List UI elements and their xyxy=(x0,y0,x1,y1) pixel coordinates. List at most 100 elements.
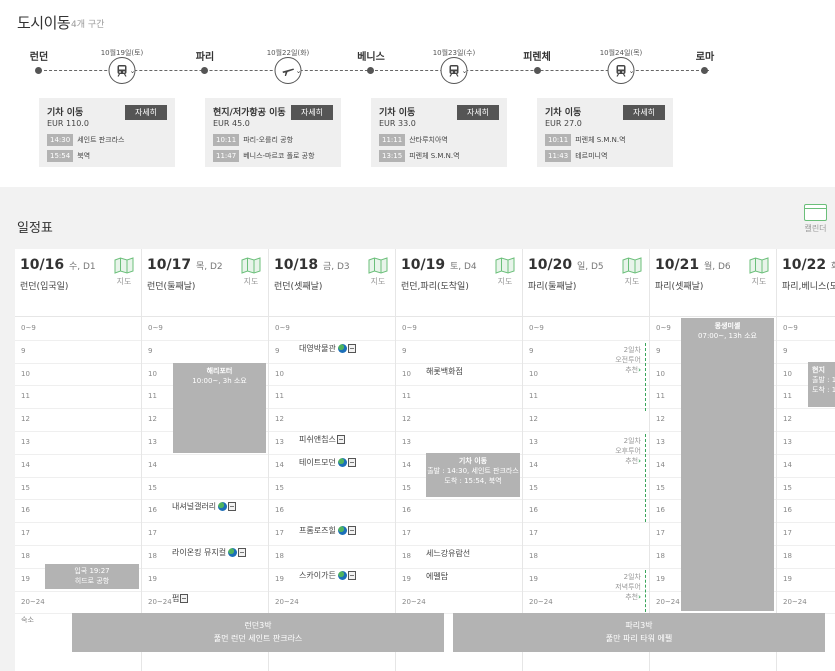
hour-row[interactable]: 0~9 xyxy=(396,318,522,341)
schedule-item[interactable]: 세느강유람선 xyxy=(426,548,470,559)
transport-card: 기차 이동 EUR 33.0 자세히 11:11 산타루치아역 13:15 피렌체 … xyxy=(371,98,507,167)
hour-row[interactable]: 0~9 xyxy=(142,318,268,341)
hour-row[interactable]: 15 xyxy=(142,478,268,501)
detail-button[interactable]: 자세히 xyxy=(291,105,333,120)
hour-row[interactable]: 17 xyxy=(142,523,268,546)
hour-row[interactable]: 0~9 xyxy=(15,318,141,341)
transport-mode-button[interactable]: ⌄ xyxy=(440,57,468,84)
hour-row[interactable]: 19 xyxy=(396,569,522,592)
calendar-button[interactable]: 캘린더 xyxy=(802,204,829,238)
city-london[interactable]: 런던 xyxy=(30,48,48,63)
hour-row[interactable]: 17 xyxy=(777,523,835,546)
map-button[interactable]: 지도 xyxy=(621,257,643,291)
hour-row[interactable]: 10 xyxy=(269,364,395,387)
hour-row[interactable]: 18 xyxy=(523,546,649,569)
hour-row[interactable]: 10 xyxy=(15,364,141,387)
hour-row[interactable]: 16 xyxy=(396,500,522,524)
hour-row[interactable]: 14 xyxy=(777,455,835,478)
hour-row[interactable]: 16 xyxy=(15,500,141,524)
tour-block[interactable]: 몽생미셸 07:00~, 13h 소요 xyxy=(681,318,774,611)
transport-mode-button[interactable]: ⌄ xyxy=(607,57,635,84)
hour-row[interactable]: 11 xyxy=(396,386,522,410)
transport-mode-button[interactable]: ⌄ xyxy=(274,57,302,84)
city-paris[interactable]: 파리 xyxy=(196,48,214,63)
hour-row[interactable]: 12 xyxy=(269,409,395,432)
hour-row[interactable]: 16 xyxy=(777,500,835,524)
hour-row[interactable]: 13 xyxy=(15,432,141,455)
tour-recommend[interactable]: 2일차 오후투어 추천› xyxy=(611,436,641,466)
hour-row[interactable]: 9 xyxy=(142,341,268,364)
tour-recommend[interactable]: 2일차 저녁투어 추천› xyxy=(611,572,641,602)
stay-hotel: 풀먼 런던 세인트 판크라스 xyxy=(213,634,303,643)
schedule-item[interactable]: 펍 xyxy=(172,593,189,604)
hour-row[interactable]: 12 xyxy=(777,409,835,432)
schedule-item[interactable]: 해롯백화점 xyxy=(426,366,463,377)
hour-row[interactable]: 9 xyxy=(396,341,522,364)
hour-row[interactable]: 9 xyxy=(777,341,835,364)
schedule-item[interactable]: 스카이가든 xyxy=(299,570,356,581)
hour-row[interactable]: 18 xyxy=(269,546,395,569)
hour-row[interactable]: 15 xyxy=(15,478,141,501)
train-transfer-block[interactable]: 기차 이동 출발 : 14:30, 세인트 판크라스 도착 : 15:54, 북… xyxy=(426,453,520,497)
hour-row[interactable]: 14 xyxy=(15,455,141,478)
transport-mode-button[interactable]: ⌄ xyxy=(108,57,136,84)
hour-row[interactable]: 17 xyxy=(523,523,649,546)
hour-row[interactable]: 15 xyxy=(269,478,395,501)
hour-row[interactable]: 20~24 xyxy=(777,592,835,615)
detail-button[interactable]: 자세히 xyxy=(457,105,499,120)
hour-row[interactable]: 12 xyxy=(523,409,649,432)
hour-row[interactable]: 11 xyxy=(269,386,395,410)
hour-row[interactable]: 19 xyxy=(777,569,835,592)
map-button[interactable]: 지도 xyxy=(748,257,770,291)
schedule-item[interactable]: 테이트모던 xyxy=(299,457,356,468)
schedule-item[interactable]: 피쉬앤칩스 xyxy=(299,434,345,445)
arrival-block[interactable]: 입국 19:27 히드로 공항 xyxy=(45,564,139,589)
hour-label: 16 xyxy=(783,506,792,515)
hour-row[interactable]: 18 xyxy=(777,546,835,569)
detail-button[interactable]: 자세히 xyxy=(125,105,167,120)
hour-row[interactable]: 20~24 xyxy=(142,592,268,615)
hour-row[interactable]: 11 xyxy=(523,386,649,410)
hour-row[interactable]: 13 xyxy=(396,432,522,455)
hour-row[interactable]: 9 xyxy=(15,341,141,364)
hour-row[interactable]: 20~24 xyxy=(269,592,395,615)
hour-row[interactable]: 15 xyxy=(523,478,649,501)
hour-row[interactable]: 0~9 xyxy=(269,318,395,341)
city-rome[interactable]: 로마 xyxy=(696,48,714,63)
stay-block-paris[interactable]: 파리3박 풀만 파리 타워 에펠 xyxy=(453,613,825,652)
hour-label: 18 xyxy=(402,552,411,560)
hour-row[interactable]: 15 xyxy=(777,478,835,501)
hour-row[interactable]: 0~9 xyxy=(777,318,835,341)
schedule-item[interactable]: 라이온킹 뮤지컬 xyxy=(172,547,247,558)
hour-row[interactable]: 17 xyxy=(15,523,141,546)
hour-row[interactable]: 16 xyxy=(523,500,649,524)
hour-row[interactable]: 16 xyxy=(269,500,395,524)
hour-row[interactable]: 0~9 xyxy=(523,318,649,341)
schedule-item[interactable]: 내셔널갤러리 xyxy=(172,501,237,512)
tour-block[interactable]: 해리포터 10:00~, 3h 소요 xyxy=(173,363,266,453)
hour-row[interactable]: 20~24 xyxy=(396,592,522,615)
city-venice[interactable]: 베니스 xyxy=(357,48,385,63)
map-button[interactable]: 지도 xyxy=(494,257,516,291)
transfer-block[interactable]: 현지 출발 : 1 도착 : 1 xyxy=(808,362,835,407)
hour-row[interactable]: 17 xyxy=(396,523,522,546)
item-name: 세느강유람선 xyxy=(426,549,471,558)
stay-block-london[interactable]: 런던3박 풀먼 런던 세인트 판크라스 xyxy=(72,613,444,652)
schedule-item[interactable]: 대영박물관 xyxy=(299,343,356,354)
tour-recommend[interactable]: 2일차 오전투어 추천› xyxy=(611,345,641,375)
map-button[interactable]: 지도 xyxy=(113,257,135,291)
hour-row[interactable]: 12 xyxy=(396,409,522,432)
hour-row[interactable]: 14 xyxy=(142,455,268,478)
hour-row[interactable]: 19 xyxy=(142,569,268,592)
detail-button[interactable]: 자세히 xyxy=(623,105,665,120)
schedule-item[interactable]: 프롬로즈힐 xyxy=(299,525,356,536)
map-button[interactable]: 지도 xyxy=(240,257,262,291)
hour-row[interactable]: 20~24 xyxy=(15,592,141,615)
hour-label: 11 xyxy=(529,392,538,401)
city-florence[interactable]: 피렌체 xyxy=(523,48,551,63)
hour-row[interactable]: 11 xyxy=(15,386,141,410)
map-button[interactable]: 지도 xyxy=(367,257,389,291)
hour-row[interactable]: 12 xyxy=(15,409,141,432)
hour-row[interactable]: 13 xyxy=(777,432,835,455)
schedule-item[interactable]: 에펠탑 xyxy=(426,571,448,582)
